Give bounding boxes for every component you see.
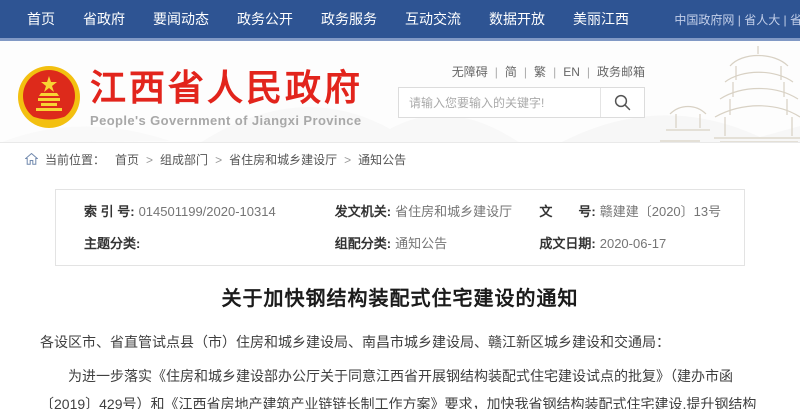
nav-item-open-data[interactable]: 数据开放 — [489, 9, 545, 29]
breadcrumb-departments[interactable]: 组成部门 — [160, 151, 229, 168]
meta-index-number: 索 引 号: 014501199/2020-10314 — [84, 204, 276, 219]
site-title: 江西省人民政府 — [90, 67, 364, 108]
article-paragraph: 为进一步落实《住房和城乡建设部办公厅关于同意江西省开展钢结构装配式住宅建设试点的… — [40, 368, 757, 409]
meta-subject-category: 主题分类: — [84, 236, 141, 251]
breadcrumb-label: 当前位置： — [45, 152, 106, 167]
pavilion-illustration — [660, 46, 800, 142]
meta-issue-date: 成文日期: 2020-06-17 — [539, 236, 667, 251]
nav-item-disclosure[interactable]: 政务公开 — [237, 9, 293, 29]
meta-issuing-agency: 发文机关: 省住房和城乡建设厅 — [334, 204, 513, 219]
utility-links: 无障碍简繁EN政务邮箱 — [398, 63, 645, 80]
article-paragraph: 各设区市、省直管试点县（市）住房和城乡建设局、南昌市城乡建设局、赣江新区城乡建设… — [40, 334, 670, 350]
nav-item-government[interactable]: 省政府 — [83, 9, 125, 29]
breadcrumb-notices[interactable]: 通知公告 — [358, 151, 406, 168]
search-bar — [398, 87, 645, 118]
traditional-chinese-link[interactable]: 繁 — [534, 65, 563, 79]
nav-external-links[interactable]: 中国政府网 | 省人大 | 省政 — [674, 0, 800, 38]
site-logo-link[interactable]: 江西省人民政府 People's Government of Jiangxi P… — [17, 65, 363, 129]
meta-group-category: 组配分类: 通知公告 — [334, 236, 448, 251]
search-icon — [614, 94, 631, 111]
accessibility-link[interactable]: 无障碍 — [452, 65, 505, 79]
article-title: 关于加快钢结构装配式住宅建设的通知 — [221, 288, 579, 310]
nav-item-news[interactable]: 要闻动态 — [153, 9, 209, 29]
gov-mailbox-link[interactable]: 政务邮箱 — [597, 65, 645, 79]
breadcrumb-home[interactable]: 首页 — [115, 151, 160, 168]
article-body: 各设区市、省直管试点县（市）住房和城乡建设局、南昌市城乡建设局、赣江新区城乡建设… — [40, 328, 760, 409]
nav-item-beautiful-jiangxi[interactable]: 美丽江西 — [573, 9, 629, 29]
document-meta-box: 索 引 号: 014501199/2020-10314 发文机关: 省住房和城乡建设… — [55, 189, 745, 266]
english-link[interactable]: EN — [563, 65, 597, 79]
top-navbar: 首页 省政府 要闻动态 政务公开 政务服务 互动交流 数据开放 美丽江西 中国政… — [0, 0, 800, 38]
simplified-chinese-link[interactable]: 简 — [505, 65, 534, 79]
nav-item-services[interactable]: 政务服务 — [321, 9, 377, 29]
search-button[interactable] — [600, 88, 644, 117]
site-subtitle: People's Government of Jiangxi Province — [90, 113, 362, 128]
site-header: 江西省人民政府 People's Government of Jiangxi P… — [0, 41, 800, 143]
national-emblem-icon — [18, 66, 80, 128]
nav-item-interaction[interactable]: 互动交流 — [405, 9, 461, 29]
meta-document-number: 文 号: 赣建建〔2020〕13号 — [539, 204, 722, 219]
nav-item-home[interactable]: 首页 — [27, 9, 55, 29]
breadcrumb: 当前位置： 首页 组成部门 省住房和城乡建设厅 通知公告 — [0, 143, 800, 175]
home-icon — [25, 153, 38, 165]
breadcrumb-housing-dept[interactable]: 省住房和城乡建设厅 — [229, 151, 358, 168]
search-input[interactable] — [399, 88, 600, 117]
